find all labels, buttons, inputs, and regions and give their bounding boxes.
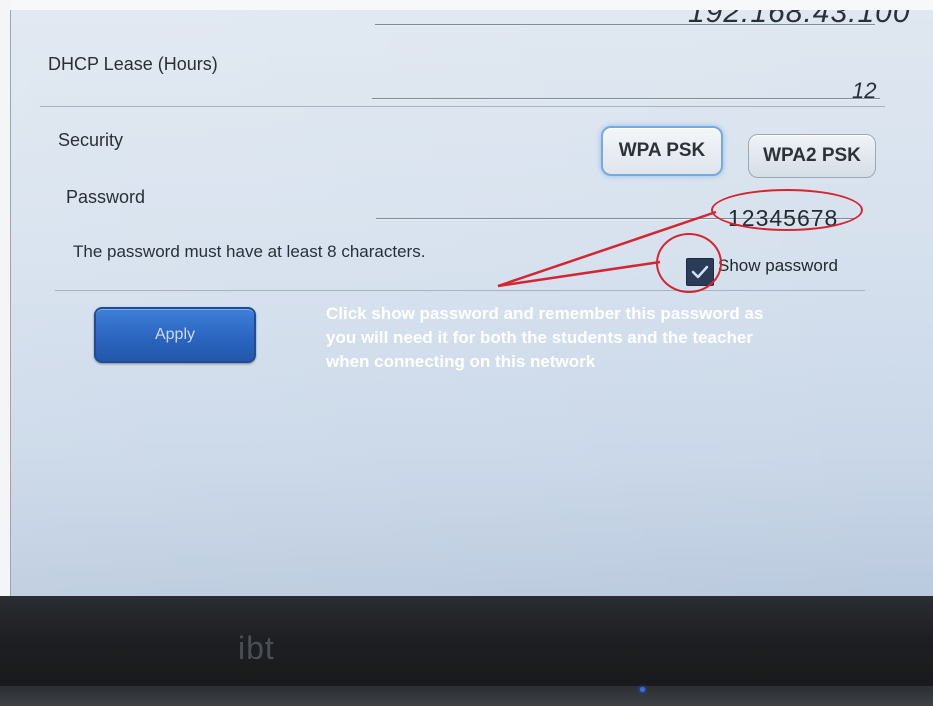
left-divider — [10, 10, 11, 605]
row-divider — [40, 106, 885, 107]
password-hint: The password must have at least 8 charac… — [73, 242, 426, 261]
row-divider — [55, 290, 865, 291]
dhcp-lease-label: DHCP Lease (Hours) — [48, 54, 218, 74]
desk-edge — [0, 686, 933, 706]
dhcp-lease-value[interactable]: 12 — [852, 78, 876, 104]
show-password-label[interactable]: Show password — [718, 256, 838, 276]
wpa-psk-button[interactable]: WPA PSK — [601, 126, 723, 176]
password-label: Password — [66, 187, 146, 207]
frame-top — [0, 0, 933, 10]
ip-address-value[interactable]: 192.168.43.100 — [688, 10, 911, 30]
tablet-screen: 192.168.43.100 DHCP Lease (Hours) 12 Sec… — [10, 10, 933, 605]
frame-left — [0, 0, 10, 600]
power-led-icon — [640, 687, 645, 692]
dhcp-field-underline — [372, 98, 880, 99]
checkbox-highlight-oval — [656, 233, 722, 293]
security-label: Security — [58, 130, 124, 150]
apply-button[interactable]: Apply — [94, 307, 256, 363]
device-brand-logo: ibt — [238, 630, 275, 666]
ip-field-underline — [375, 24, 875, 25]
password-highlight-oval — [711, 189, 863, 231]
wpa2-psk-button[interactable]: WPA2 PSK — [748, 134, 876, 178]
tutorial-annotation: Click show password and remember this pa… — [326, 304, 764, 371]
